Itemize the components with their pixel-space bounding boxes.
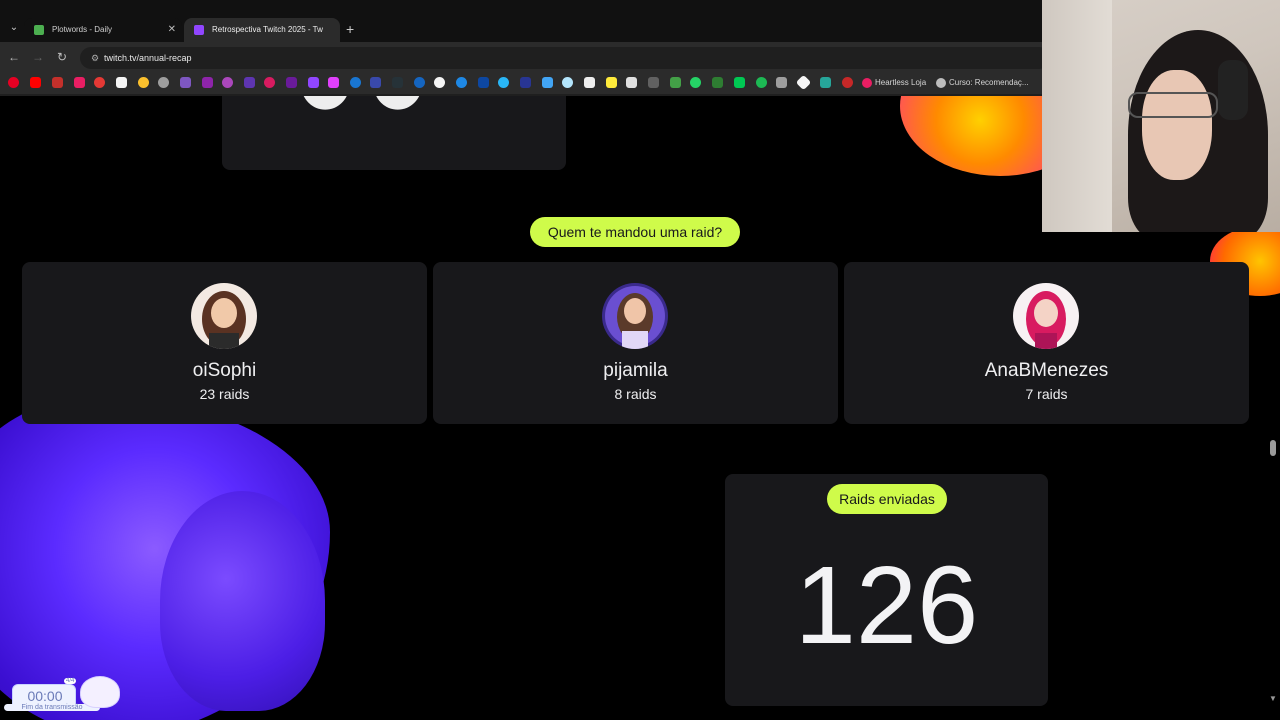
decorative-purple-blob: [160, 491, 325, 711]
blue-bookmark-icon[interactable]: [456, 77, 467, 88]
previous-stat-card: ●●: [222, 96, 566, 170]
scrollbar-thumb[interactable]: [1270, 440, 1276, 456]
light-blue-bookmark-icon[interactable]: [562, 77, 573, 88]
scroll-down-arrow-icon[interactable]: ▼: [1269, 694, 1277, 703]
red-bookmark-icon[interactable]: [842, 77, 853, 88]
avatar: [1013, 283, 1079, 349]
raider-card: pijamila 8 raids: [433, 262, 838, 424]
globe-icon: [936, 78, 946, 88]
cat-mascot-icon: [80, 676, 120, 708]
site-info-icon[interactable]: ⚙: [88, 51, 102, 65]
webcam-overlay: [1042, 0, 1280, 232]
grey-bookmark-icon[interactable]: [648, 77, 659, 88]
yellow-bookmark-icon[interactable]: [138, 77, 149, 88]
red-bookmark-icon[interactable]: [74, 77, 85, 88]
white-bookmark-icon[interactable]: [795, 74, 812, 91]
raid-count: 23 raids: [199, 386, 250, 402]
raid-question-badge: Quem te mandou uma raid?: [530, 217, 740, 247]
green-bookmark-icon[interactable]: [670, 77, 681, 88]
pink-bookmark-icon[interactable]: [328, 77, 339, 88]
tab-title: Retrospectiva Twitch 2025 - Tw: [212, 25, 323, 34]
blue-bookmark-icon[interactable]: [414, 77, 425, 88]
tiktok-bookmark-icon[interactable]: [434, 77, 445, 88]
reload-icon[interactable]: ↻: [54, 49, 70, 65]
grey-bookmark-icon[interactable]: [776, 77, 787, 88]
forward-arrow-icon[interactable]: →: [30, 49, 46, 65]
raider-name: oiSophi: [192, 360, 257, 381]
avatar: [602, 283, 668, 349]
red-bookmark-icon[interactable]: [94, 77, 105, 88]
tab-title: Plotwords - Daily: [52, 25, 113, 34]
tab-search-icon[interactable]: ⌄: [6, 20, 22, 36]
twitch-favicon-icon: [194, 25, 204, 35]
close-tab-icon[interactable]: ✕: [168, 18, 176, 42]
purple-bookmark-icon[interactable]: [180, 77, 191, 88]
bookmarks-bar: Heartless Loja Curso: Recomendaç...: [0, 72, 1045, 94]
raider-name: AnaBMenezes: [984, 360, 1109, 381]
teal-bookmark-icon[interactable]: [820, 77, 831, 88]
raid-count: 7 raids: [1025, 386, 1068, 402]
blue-bookmark-icon[interactable]: [542, 77, 553, 88]
purple-bookmark-icon[interactable]: [222, 77, 233, 88]
url-text[interactable]: twitch.tv/annual-recap: [104, 47, 192, 69]
sheets-bookmark-icon[interactable]: [712, 77, 723, 88]
purple-bookmark-icon[interactable]: [286, 77, 297, 88]
spotify-bookmark-icon[interactable]: [756, 77, 767, 88]
blue-bookmark-icon[interactable]: [520, 77, 531, 88]
webcam-person-face: [1142, 70, 1212, 180]
twitch-bookmark-icon[interactable]: [308, 77, 319, 88]
previous-stat-digits: ●●: [292, 96, 437, 143]
word-bookmark-icon[interactable]: [370, 77, 381, 88]
bookmark-heartless-loja[interactable]: Heartless Loja: [862, 75, 926, 91]
heart-icon: [862, 78, 872, 88]
blue-bookmark-icon[interactable]: [478, 77, 489, 88]
whatsapp-bookmark-icon[interactable]: [690, 77, 701, 88]
raider-name: pijamila: [603, 360, 668, 381]
plotwords-favicon-icon: [34, 25, 44, 35]
blue-bookmark-icon[interactable]: [350, 77, 361, 88]
kick-bookmark-icon[interactable]: [734, 77, 745, 88]
amazon-bookmark-icon[interactable]: [584, 77, 595, 88]
dark-bookmark-icon[interactable]: [392, 77, 403, 88]
headset-icon: [1218, 60, 1248, 120]
back-arrow-icon[interactable]: ←: [6, 49, 22, 65]
glasses-icon: [1128, 92, 1218, 118]
webcam-background: [1042, 0, 1112, 232]
timer-value: 00:00: [27, 688, 63, 704]
raider-card: oiSophi 23 raids: [22, 262, 427, 424]
stream-timer-overlay: 00:00 Fim da transmissão 4/4: [4, 676, 120, 712]
grey-bookmark-icon[interactable]: [158, 77, 169, 88]
white-bookmark-icon[interactable]: [116, 77, 127, 88]
youtube-bookmark-icon[interactable]: [30, 77, 41, 88]
raid-count: 8 raids: [614, 386, 657, 402]
tab-twitch-recap[interactable]: Retrospectiva Twitch 2025 - Tw: [184, 18, 340, 42]
telegram-bookmark-icon[interactable]: [498, 77, 509, 88]
raids-sent-badge: Raids enviadas: [827, 484, 947, 514]
yellow-bookmark-icon[interactable]: [606, 77, 617, 88]
purple-bookmark-icon[interactable]: [244, 77, 255, 88]
bookmark-curso[interactable]: Curso: Recomendaç...: [936, 75, 1029, 91]
avatar: [191, 283, 257, 349]
tab-plotwords[interactable]: Plotwords - Daily ✕: [24, 18, 182, 42]
amazon-bookmark-icon[interactable]: [626, 77, 637, 88]
pinterest-bookmark-icon[interactable]: [8, 77, 19, 88]
timer-count: 4/4: [64, 678, 77, 684]
purple-bookmark-icon[interactable]: [202, 77, 213, 88]
new-tab-button[interactable]: +: [346, 20, 360, 38]
address-bar[interactable]: ⚙ twitch.tv/annual-recap: [80, 47, 1050, 69]
red-bookmark-icon[interactable]: [52, 77, 63, 88]
raids-sent-value: 126: [794, 544, 979, 667]
raider-card: AnaBMenezes 7 raids: [844, 262, 1249, 424]
pink-bookmark-icon[interactable]: [264, 77, 275, 88]
